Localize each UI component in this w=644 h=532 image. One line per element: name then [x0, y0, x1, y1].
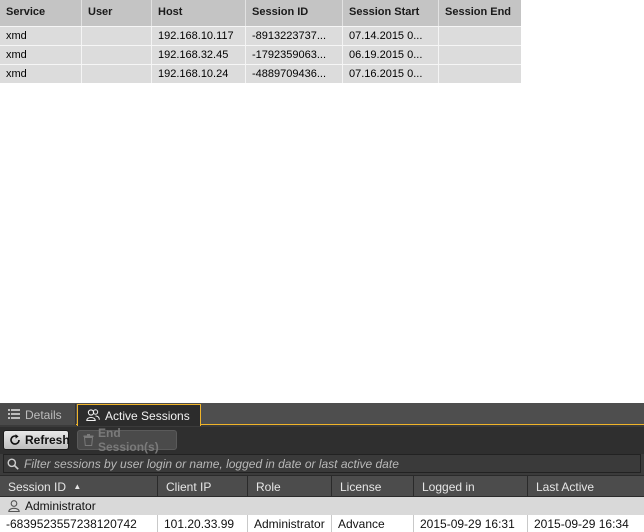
- cell-host: 192.168.10.117: [152, 27, 246, 45]
- sort-ascending-icon: ▲: [73, 482, 82, 491]
- refresh-label: Refresh: [25, 433, 70, 447]
- column-header-label: Session ID: [8, 480, 67, 494]
- column-header-session-start[interactable]: Session Start: [343, 0, 439, 26]
- cell-session-end: [439, 46, 521, 64]
- tab-active-sessions-label: Active Sessions: [105, 409, 190, 423]
- cell-session-id: -6839523557238120742: [0, 515, 158, 532]
- column-header-client-ip[interactable]: Client IP: [158, 476, 248, 496]
- end-sessions-label: End Session(s): [98, 426, 159, 454]
- search-icon: [7, 458, 19, 470]
- tab-details[interactable]: Details: [0, 404, 76, 425]
- cell-session-id: -1792359063...: [246, 46, 343, 64]
- tab-details-label: Details: [25, 408, 62, 422]
- refresh-button[interactable]: Refresh: [3, 430, 70, 450]
- column-header-user[interactable]: User: [82, 0, 152, 26]
- tab-active-sessions[interactable]: Active Sessions: [77, 404, 201, 426]
- table-row[interactable]: xmd 192.168.10.24 -4889709436... 07.16.2…: [0, 64, 521, 83]
- panel-toolbar: Refresh End Session(s): [0, 426, 644, 454]
- sessions-panel: Details Active Sessions Refresh End Sess…: [0, 403, 644, 532]
- column-header-service[interactable]: Service: [0, 0, 82, 26]
- cell-host: 192.168.32.45: [152, 46, 246, 64]
- cell-service: xmd: [0, 65, 82, 83]
- session-filter: [3, 454, 641, 473]
- column-header-host[interactable]: Host: [152, 0, 246, 26]
- table-row[interactable]: -6839523557238120742 101.20.33.99 Admini…: [0, 515, 644, 532]
- refresh-icon: [9, 434, 21, 446]
- sessions-table: Service User Host Session ID Session Sta…: [0, 0, 521, 83]
- cell-session-end: [439, 27, 521, 45]
- user-icon: [8, 500, 20, 512]
- panel-tab-bar: Details Active Sessions: [0, 403, 644, 426]
- cell-user: [82, 65, 152, 83]
- cell-session-id: -4889709436...: [246, 65, 343, 83]
- cell-session-start: 07.14.2015 0...: [343, 27, 439, 45]
- list-icon: [8, 408, 20, 419]
- cell-user: [82, 46, 152, 64]
- column-header-license[interactable]: License: [332, 476, 414, 496]
- cell-logged-in: 2015-09-29 16:31: [414, 515, 528, 532]
- active-sessions-grid-header: Session ID ▲ Client IP Role License Logg…: [0, 475, 644, 497]
- cell-host: 192.168.10.24: [152, 65, 246, 83]
- column-header-last-active[interactable]: Last Active: [528, 476, 644, 496]
- column-header-session-id[interactable]: Session ID ▲: [0, 476, 158, 496]
- group-label: Administrator: [25, 499, 96, 513]
- cell-last-active: 2015-09-29 16:34: [534, 517, 629, 531]
- column-header-session-end[interactable]: Session End: [439, 0, 521, 26]
- cell-session-start: 07.16.2015 0...: [343, 65, 439, 83]
- users-icon: [86, 409, 100, 421]
- column-header-logged-in[interactable]: Logged in: [414, 476, 528, 496]
- table-row[interactable]: xmd 192.168.10.117 -8913223737... 07.14.…: [0, 26, 521, 45]
- cell-session-start: 06.19.2015 0...: [343, 46, 439, 64]
- cell-user: [82, 27, 152, 45]
- cell-session-end: [439, 65, 521, 83]
- cell-service: xmd: [0, 27, 82, 45]
- group-row-administrator[interactable]: Administrator: [0, 497, 644, 515]
- search-input[interactable]: [24, 455, 640, 472]
- column-header-role[interactable]: Role: [248, 476, 332, 496]
- table-row[interactable]: xmd 192.168.32.45 -1792359063... 06.19.2…: [0, 45, 521, 64]
- cell-client-ip: 101.20.33.99: [158, 515, 248, 532]
- end-sessions-button[interactable]: End Session(s): [77, 426, 177, 454]
- trash-icon: [83, 434, 94, 446]
- cell-session-id: -8913223737...: [246, 27, 343, 45]
- column-header-session-id[interactable]: Session ID: [246, 0, 343, 26]
- cell-role: Administrator: [248, 515, 332, 532]
- cell-service: xmd: [0, 46, 82, 64]
- sessions-table-header: Service User Host Session ID Session Sta…: [0, 0, 521, 26]
- cell-license: Advance: [332, 515, 414, 532]
